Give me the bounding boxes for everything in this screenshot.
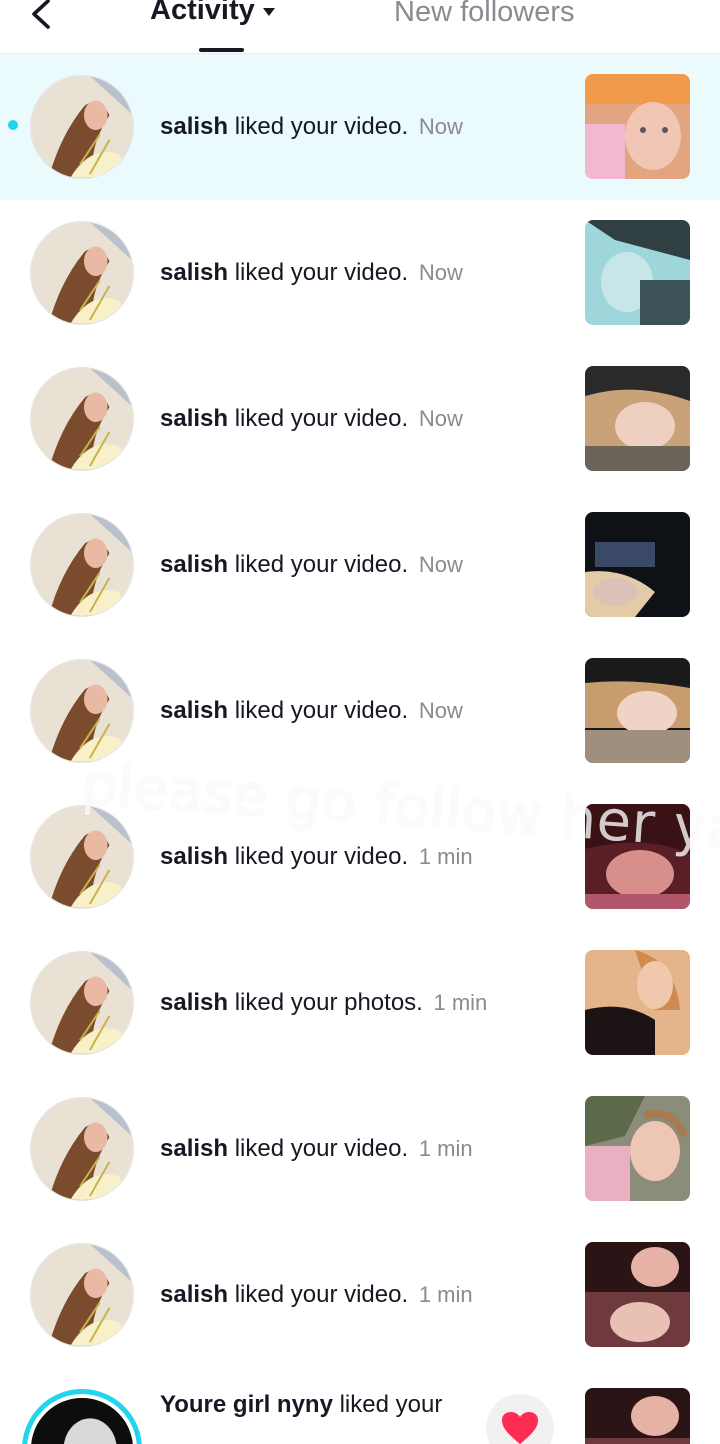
notification-row[interactable]: salish liked your video. Now <box>0 346 720 492</box>
username[interactable]: salish <box>160 1281 228 1308</box>
avatar-story-ring[interactable] <box>22 1389 142 1444</box>
username[interactable]: salish <box>160 697 228 724</box>
chevron-left-icon <box>32 0 50 29</box>
timestamp: 1 min <box>433 990 488 1015</box>
unread-dot <box>8 120 18 130</box>
timestamp: Now <box>418 406 463 431</box>
active-tab-indicator <box>199 48 244 52</box>
username[interactable]: salish <box>160 113 228 140</box>
avatar <box>31 1398 133 1444</box>
avatar[interactable] <box>30 1243 134 1347</box>
action-text: liked your video. <box>234 113 409 140</box>
action-text: liked your video. <box>234 697 409 724</box>
caret-down-icon <box>262 8 275 16</box>
notification-text: salish liked your video. 1 min <box>160 842 473 872</box>
avatar[interactable] <box>30 75 134 179</box>
notification-text: Youre girl nyny liked your <box>160 1390 442 1420</box>
video-thumbnail[interactable] <box>585 1388 690 1444</box>
action-text: liked your video. <box>234 551 409 578</box>
action-text: liked your video. <box>234 259 409 286</box>
video-thumbnail[interactable] <box>585 366 690 471</box>
notification-row[interactable]: salish liked your video. 1 min <box>0 1076 720 1222</box>
timestamp: Now <box>418 552 463 577</box>
back-button[interactable] <box>24 0 58 34</box>
action-text: liked your video. <box>234 1281 409 1308</box>
video-thumbnail[interactable] <box>585 220 690 325</box>
tab-new-followers[interactable]: New followers <box>394 0 575 32</box>
notification-text: salish liked your photos. 1 min <box>160 988 487 1018</box>
notification-text: salish liked your video. Now <box>160 258 463 288</box>
username[interactable]: salish <box>160 551 228 578</box>
notification-row[interactable]: salish liked your video. Now <box>0 200 720 346</box>
notification-row[interactable]: salish liked your photos. 1 min <box>0 930 720 1076</box>
photo-thumbnail[interactable] <box>585 950 690 1055</box>
video-thumbnail[interactable] <box>585 74 690 179</box>
video-thumbnail[interactable] <box>585 804 690 909</box>
timestamp: Now <box>418 698 463 723</box>
tab-activity[interactable]: Activity <box>150 0 275 30</box>
video-thumbnail[interactable] <box>585 658 690 763</box>
timestamp: Now <box>418 114 463 139</box>
avatar[interactable] <box>30 221 134 325</box>
username[interactable]: salish <box>160 259 228 286</box>
notification-row[interactable]: salish liked your video. 1 min <box>0 784 720 930</box>
notification-row[interactable]: salish liked your video. 1 min <box>0 1222 720 1368</box>
action-text: liked your video. <box>234 1135 409 1162</box>
username[interactable]: salish <box>160 989 228 1016</box>
action-text: liked your video. <box>234 405 409 432</box>
timestamp: 1 min <box>418 1136 473 1161</box>
notification-row[interactable]: salish liked your video. Now <box>0 54 720 200</box>
notification-text: salish liked your video. Now <box>160 550 463 580</box>
username[interactable]: salish <box>160 843 228 870</box>
timestamp: 1 min <box>418 1282 473 1307</box>
username[interactable]: Youre girl nyny <box>160 1391 333 1418</box>
notification-text: salish liked your video. Now <box>160 404 463 434</box>
video-thumbnail[interactable] <box>585 1242 690 1347</box>
notification-text: salish liked your video. Now <box>160 696 463 726</box>
like-button[interactable] <box>486 1394 554 1444</box>
timestamp: Now <box>418 260 463 285</box>
heart-icon <box>502 1412 538 1444</box>
timestamp: 1 min <box>418 844 473 869</box>
notification-row[interactable]: Youre girl nyny liked your <box>0 1368 720 1444</box>
video-thumbnail[interactable] <box>585 1096 690 1201</box>
avatar[interactable] <box>30 805 134 909</box>
video-thumbnail[interactable] <box>585 512 690 617</box>
tab-activity-label: Activity <box>150 0 255 26</box>
notification-text: salish liked your video. 1 min <box>160 1134 473 1164</box>
notification-text: salish liked your video. 1 min <box>160 1280 473 1310</box>
avatar[interactable] <box>30 951 134 1055</box>
avatar[interactable] <box>30 513 134 617</box>
username[interactable]: salish <box>160 1135 228 1162</box>
avatar[interactable] <box>30 367 134 471</box>
notification-row[interactable]: salish liked your video. Now <box>0 492 720 638</box>
action-text: liked your video. <box>234 843 409 870</box>
username[interactable]: salish <box>160 405 228 432</box>
notification-row[interactable]: salish liked your video. Now <box>0 638 720 784</box>
action-text: liked your photos. <box>234 989 423 1016</box>
action-text: liked your <box>339 1391 443 1418</box>
notification-text: salish liked your video. Now <box>160 112 463 142</box>
notification-list: salish liked your video. Now salish like… <box>0 54 720 1444</box>
avatar[interactable] <box>30 659 134 763</box>
top-bar: Activity New followers <box>0 0 720 54</box>
avatar[interactable] <box>30 1097 134 1201</box>
